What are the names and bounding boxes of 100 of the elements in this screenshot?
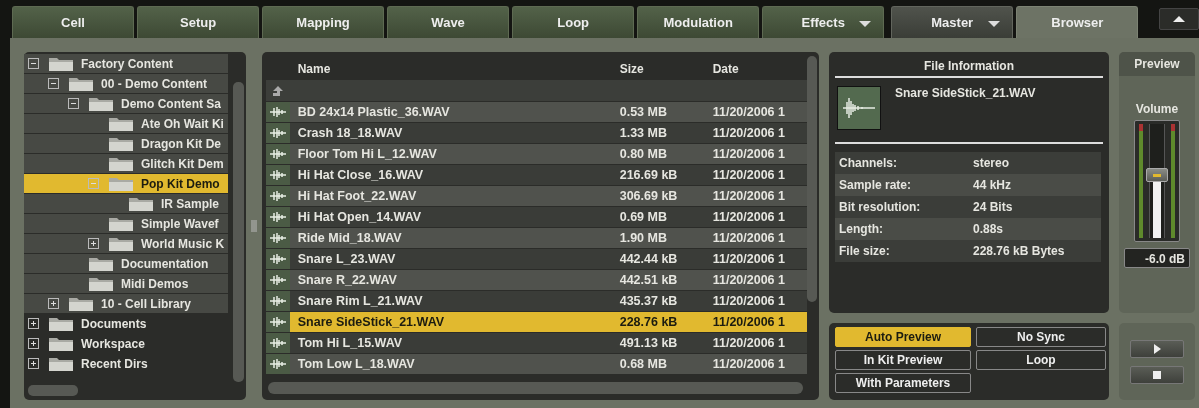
waveform-icon bbox=[265, 102, 290, 122]
tab[interactable]: Setup bbox=[137, 6, 260, 38]
scrollbar[interactable] bbox=[232, 82, 244, 382]
expand-icon[interactable] bbox=[28, 338, 39, 349]
file-size: 216.69 kB bbox=[619, 168, 679, 182]
file-size: 442.51 kB bbox=[619, 273, 679, 287]
play-button[interactable] bbox=[1130, 339, 1184, 358]
collapse-icon[interactable] bbox=[28, 58, 39, 69]
expand-icon[interactable] bbox=[48, 298, 59, 309]
expand-icon[interactable] bbox=[28, 358, 39, 369]
tree-item[interactable]: 00 - Demo Content bbox=[24, 74, 228, 94]
column-header[interactable]: Name bbox=[297, 62, 620, 76]
file-row[interactable]: Snare R_22.WAV 442.51 kB 11/20/2006 1 bbox=[265, 270, 807, 290]
folder-label: Midi Demos bbox=[121, 276, 189, 291]
tree-item[interactable]: Pop Kit Demo bbox=[24, 174, 228, 194]
file-name: BD 24x14 Plastic_36.WAV bbox=[297, 105, 451, 119]
parent-folder-icon[interactable] bbox=[271, 84, 284, 97]
tree-item[interactable]: Demo Content Sa bbox=[24, 94, 228, 114]
property-label: Bit resolution: bbox=[839, 200, 922, 214]
file-size: 306.69 kB bbox=[619, 189, 679, 203]
fader-handle[interactable] bbox=[1146, 168, 1168, 183]
file-row[interactable]: Hi Hat Close_16.WAV 216.69 kB 11/20/2006 1 bbox=[265, 165, 807, 185]
folder-label: Workspace bbox=[81, 336, 145, 351]
file-row[interactable]: Floor Tom Hi L_12.WAV 0.80 MB 11/20/2006 1 bbox=[265, 144, 807, 164]
property-label: Channels: bbox=[839, 156, 898, 170]
tree-item[interactable]: Ate Oh Wait Ki bbox=[24, 114, 228, 134]
tab[interactable]: Mapping bbox=[262, 6, 385, 38]
toggle-button[interactable]: No Sync bbox=[976, 327, 1106, 347]
tree-item[interactable]: 10 - Cell Library bbox=[24, 294, 228, 314]
folder-icon bbox=[48, 315, 74, 332]
waveform-icon bbox=[265, 354, 290, 374]
folder-icon bbox=[48, 355, 74, 372]
property-value: stereo bbox=[973, 156, 1010, 170]
file-row[interactable]: Crash 18_18.WAV 1.33 MB 11/20/2006 1 bbox=[265, 123, 807, 143]
toggle-button[interactable]: In Kit Preview bbox=[835, 350, 971, 370]
tab[interactable]: Browser bbox=[1016, 6, 1139, 38]
folder-icon bbox=[108, 135, 134, 152]
file-date: 11/20/2006 1 bbox=[712, 252, 786, 266]
tab[interactable]: Cell bbox=[12, 6, 135, 38]
splitter-grip-icon[interactable] bbox=[250, 220, 257, 232]
collapse-icon[interactable] bbox=[48, 78, 59, 89]
volume-label: Volume bbox=[1135, 102, 1179, 116]
up-arrow-icon bbox=[1173, 16, 1186, 22]
tree-item[interactable]: Workspace bbox=[24, 334, 228, 354]
tree-item[interactable]: World Music K bbox=[24, 234, 228, 254]
tab[interactable]: Master bbox=[891, 6, 1014, 38]
toggle-button[interactable]: Auto Preview bbox=[835, 327, 971, 347]
file-row[interactable]: BD 24x14 Plastic_36.WAV 0.53 MB 11/20/2006 1 bbox=[265, 102, 807, 122]
tree-item[interactable]: Factory Content bbox=[24, 54, 228, 74]
property-value: 228.76 kB Bytes bbox=[973, 244, 1065, 258]
file-row[interactable]: Hi Hat Foot_22.WAV 306.69 kB 11/20/2006 1 bbox=[265, 186, 807, 206]
expand-icon[interactable] bbox=[88, 238, 99, 249]
column-header[interactable]: Size bbox=[619, 62, 713, 76]
tree-item[interactable]: Midi Demos bbox=[24, 274, 228, 294]
waveform-thumbnail bbox=[837, 86, 881, 130]
file-name: Hi Hat Open_14.WAV bbox=[297, 210, 423, 224]
volume-fader[interactable] bbox=[1134, 120, 1180, 242]
column-header[interactable]: Date bbox=[712, 62, 803, 76]
toggle-button[interactable]: Loop bbox=[976, 350, 1106, 370]
expand-icon[interactable] bbox=[28, 318, 39, 329]
waveform-icon bbox=[265, 165, 290, 185]
file-size: 0.53 MB bbox=[619, 105, 668, 119]
waveform-icon bbox=[265, 312, 290, 332]
tab[interactable]: Wave bbox=[387, 6, 510, 38]
file-row[interactable]: Snare SideStick_21.WAV 228.76 kB 11/20/2006 1 bbox=[265, 312, 807, 332]
file-name: Tom Hi L_15.WAV bbox=[297, 336, 404, 350]
property-value: 0.88s bbox=[973, 222, 1004, 236]
tree-item[interactable]: Dragon Kit De bbox=[24, 134, 228, 154]
scrollbar[interactable] bbox=[28, 385, 78, 396]
waveform-icon bbox=[265, 333, 290, 353]
scrollbar[interactable] bbox=[267, 382, 803, 394]
collapse-button[interactable] bbox=[1159, 8, 1199, 30]
file-row[interactable]: Tom Hi L_15.WAV 491.13 kB 11/20/2006 1 bbox=[265, 333, 807, 353]
tree-item[interactable]: Recent Dirs bbox=[24, 354, 228, 374]
tree-item[interactable]: Glitch Kit Dem bbox=[24, 154, 228, 174]
scrollbar[interactable] bbox=[807, 56, 817, 302]
tree-item[interactable]: Documentation bbox=[24, 254, 228, 274]
file-date: 11/20/2006 1 bbox=[712, 357, 786, 371]
file-row[interactable]: Snare L_23.WAV 442.44 kB 11/20/2006 1 bbox=[265, 249, 807, 269]
tree-item[interactable]: Documents bbox=[24, 314, 228, 334]
stop-button[interactable] bbox=[1130, 365, 1184, 384]
file-name: Ride Mid_18.WAV bbox=[297, 231, 403, 245]
file-row[interactable]: Tom Low L_18.WAV 0.68 MB 11/20/2006 1 bbox=[265, 354, 807, 374]
tab[interactable]: Modulation bbox=[637, 6, 760, 38]
tree-item[interactable]: Simple Wavef bbox=[24, 214, 228, 234]
tab[interactable]: Effects bbox=[762, 6, 885, 38]
file-row[interactable]: Snare Rim L_21.WAV 435.37 kB 11/20/2006 1 bbox=[265, 291, 807, 311]
file-date: 11/20/2006 1 bbox=[712, 147, 786, 161]
file-row[interactable]: Hi Hat Open_14.WAV 0.69 MB 11/20/2006 1 bbox=[265, 207, 807, 227]
tree-item[interactable]: IR Sample bbox=[24, 194, 228, 214]
file-size: 0.68 MB bbox=[619, 357, 668, 371]
volume-readout: -6.0 dB bbox=[1124, 248, 1190, 268]
file-row[interactable]: Ride Mid_18.WAV 1.90 MB 11/20/2006 1 bbox=[265, 228, 807, 248]
tab[interactable]: Loop bbox=[512, 6, 635, 38]
collapse-icon[interactable] bbox=[68, 98, 79, 109]
folder-label: World Music K bbox=[141, 236, 225, 251]
toggle-button[interactable]: With Parameters bbox=[835, 373, 971, 393]
file-date: 11/20/2006 1 bbox=[712, 315, 786, 329]
file-size: 228.76 kB bbox=[619, 315, 679, 329]
file-name: Snare R_22.WAV bbox=[297, 273, 398, 287]
